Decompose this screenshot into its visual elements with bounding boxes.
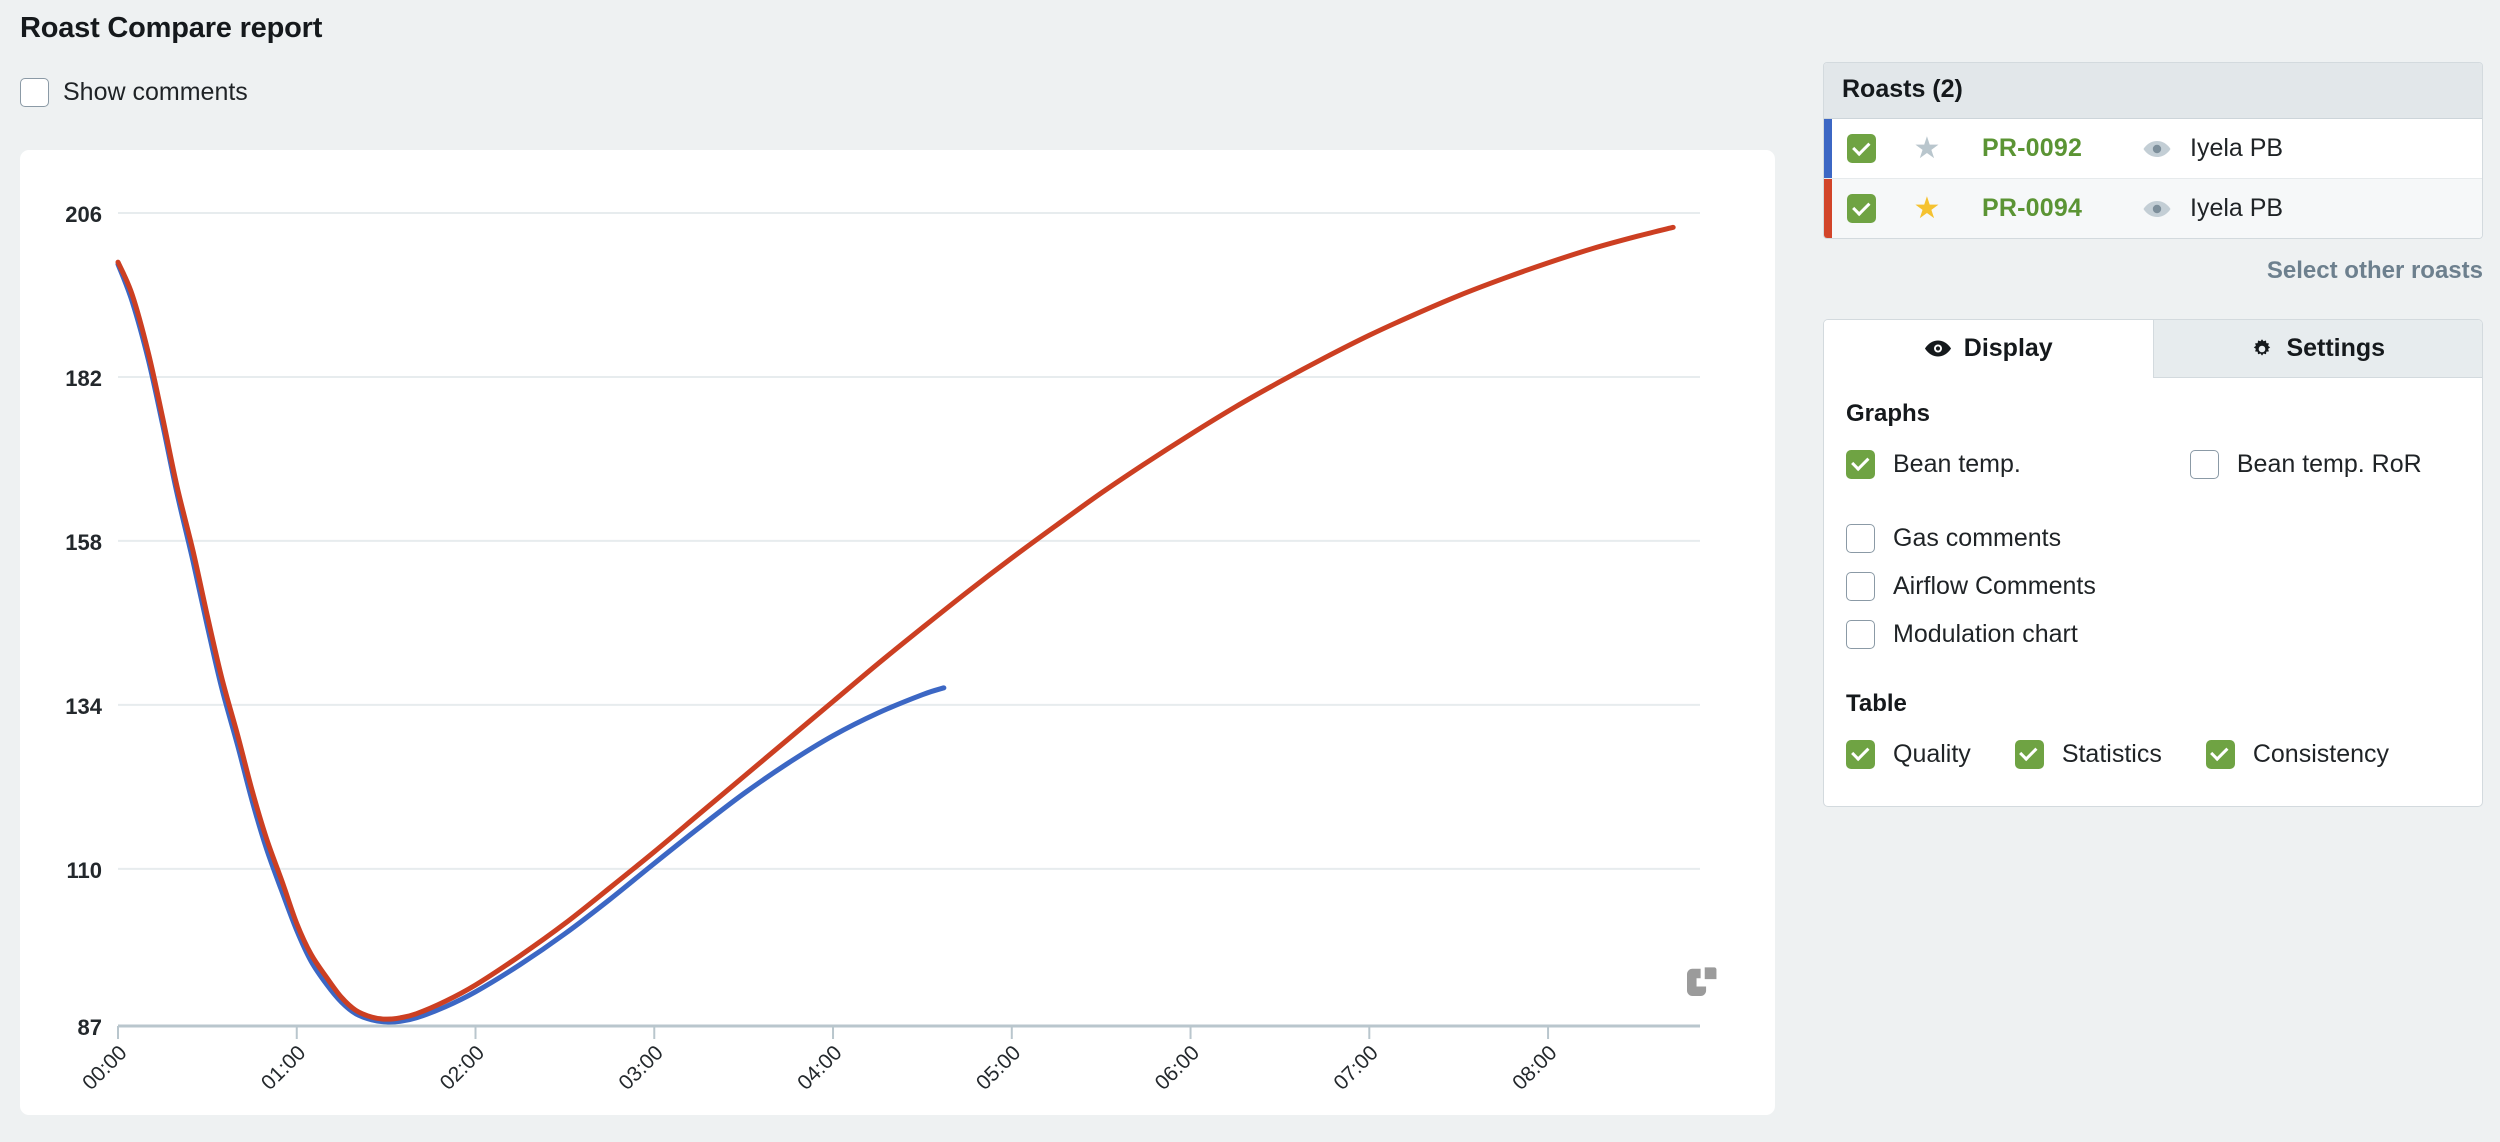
option-label: Airflow Comments <box>1893 571 2096 600</box>
star-icon[interactable]: ★ <box>1912 193 1942 224</box>
option-bean-temp-ror[interactable]: Bean temp. RoR <box>2189 449 2422 479</box>
display-settings-tabs: Display Settings Graphs Bean temp. Bean … <box>1823 319 2483 807</box>
page-title: Roast Compare report <box>20 12 323 44</box>
graph-options-row-1: Bean temp. Bean temp. RoR <box>1846 440 2482 488</box>
roast-curve-chart-card: 87 110 134 158 182 206 00:00 01:00 02:00 03:00 04:… <box>20 150 1775 1115</box>
svg-text:07:00: 07:00 <box>1329 1041 1382 1094</box>
svg-text:00:00: 00:00 <box>78 1041 131 1094</box>
svg-text:06:00: 06:00 <box>1151 1041 1204 1094</box>
tab-settings[interactable]: Settings <box>2152 320 2482 378</box>
roast-select-checkbox[interactable] <box>1847 134 1876 163</box>
roast-color-bar <box>1824 119 1832 178</box>
show-comments-row[interactable]: Show comments <box>20 78 248 107</box>
option-label: Statistics <box>2061 739 2162 768</box>
svg-text:02:00: 02:00 <box>436 1041 489 1094</box>
select-other-roasts-link[interactable]: Select other roasts <box>1823 257 2483 285</box>
roast-id-link[interactable]: PR-0094 <box>1982 194 2122 223</box>
roast-curve-chart[interactable]: 87 110 134 158 182 206 00:00 01:00 02:00 03:00 04:… <box>20 150 1775 1115</box>
option-statistics[interactable]: Statistics <box>2014 739 2162 769</box>
star-icon[interactable]: ★ <box>1912 133 1942 164</box>
roast-name: Iyela PB <box>2190 194 2284 222</box>
option-consistency[interactable]: Consistency <box>2205 739 2390 769</box>
svg-text:03:00: 03:00 <box>614 1041 667 1094</box>
roasts-panel-heading: Roasts (2) <box>1824 63 2482 119</box>
svg-text:01:00: 01:00 <box>257 1041 310 1094</box>
roast-id-link[interactable]: PR-0092 <box>1982 134 2122 163</box>
svg-text:08:00: 08:00 <box>1508 1041 1561 1094</box>
eye-icon[interactable] <box>2142 139 2172 159</box>
svg-text:158: 158 <box>65 530 102 555</box>
option-modulation-chart[interactable]: Modulation chart <box>1846 619 2078 649</box>
show-comments-label: Show comments <box>63 78 248 106</box>
option-label: Modulation chart <box>1893 619 2078 648</box>
table-section-title: Table <box>1846 690 1907 717</box>
svg-text:182: 182 <box>65 366 102 391</box>
graph-options-row-2: Gas comments <box>1846 514 2482 562</box>
statistics-checkbox[interactable] <box>2014 739 2044 769</box>
display-tab-panel: Graphs Bean temp. Bean temp. RoR Gas com… <box>1824 378 2482 806</box>
option-label: Bean temp. RoR <box>2236 449 2422 478</box>
option-gas-comments[interactable]: Gas comments <box>1846 523 2062 553</box>
tab-strip: Display Settings <box>1824 320 2482 378</box>
graph-options-row-3: Airflow Comments <box>1846 562 2482 610</box>
tab-display-label: Display <box>1963 334 2053 362</box>
option-label: Bean temp. <box>1893 449 2021 478</box>
svg-text:110: 110 <box>67 858 103 883</box>
show-comments-checkbox[interactable] <box>20 78 49 107</box>
consistency-checkbox[interactable] <box>2205 739 2235 769</box>
modulation-chart-checkbox[interactable] <box>1846 619 1875 649</box>
roast-select-checkbox[interactable] <box>1847 194 1876 223</box>
tab-display[interactable]: Display <box>1824 320 2153 378</box>
airflow-comments-checkbox[interactable] <box>1846 571 1875 601</box>
svg-text:134: 134 <box>65 694 102 719</box>
svg-text:04:00: 04:00 <box>793 1041 846 1094</box>
table-options-row: Quality Statistics Consistency <box>1846 730 2482 778</box>
svg-text:206: 206 <box>65 202 102 227</box>
table-row[interactable]: ★ PR-0094 Iyela PB <box>1824 179 2482 238</box>
option-label: Consistency <box>2252 739 2390 768</box>
option-airflow-comments[interactable]: Airflow Comments <box>1846 571 2096 601</box>
table-row[interactable]: ★ PR-0092 Iyela PB <box>1824 119 2482 179</box>
quality-checkbox[interactable] <box>1846 739 1875 769</box>
svg-text:05:00: 05:00 <box>972 1041 1025 1094</box>
roast-compare-report-page: Roast Compare report Show comments 87 110… <box>0 0 2500 1142</box>
option-bean-temp[interactable]: Bean temp. <box>1846 449 2021 479</box>
collapse-icon[interactable] <box>1685 966 1719 996</box>
tab-settings-label: Settings <box>2286 334 2386 362</box>
bean-temp-checkbox[interactable] <box>1846 449 1875 479</box>
option-label: Gas comments <box>1893 523 2062 552</box>
eye-icon[interactable] <box>2142 199 2172 219</box>
gear-icon <box>2254 338 2271 356</box>
roast-name: Iyela PB <box>2190 134 2284 162</box>
gas-comments-checkbox[interactable] <box>1846 523 1875 553</box>
graph-options-row-4: Modulation chart <box>1846 610 2482 658</box>
option-label: Quality <box>1893 739 1971 768</box>
roasts-panel: Roasts (2) ★ PR-0092 Iyela PB ★ PR-0094 … <box>1823 62 2483 239</box>
option-quality[interactable]: Quality <box>1846 739 1971 769</box>
right-sidebar: Roasts (2) ★ PR-0092 Iyela PB ★ PR-0094 … <box>1823 62 2483 807</box>
eye-icon <box>1924 340 1951 357</box>
roast-color-bar <box>1824 179 1832 238</box>
bean-temp-ror-checkbox[interactable] <box>2189 449 2219 479</box>
svg-text:87: 87 <box>78 1015 102 1040</box>
series-line-PR-0094 <box>115 224 1676 1022</box>
graphs-section-title: Graphs <box>1846 400 1931 427</box>
